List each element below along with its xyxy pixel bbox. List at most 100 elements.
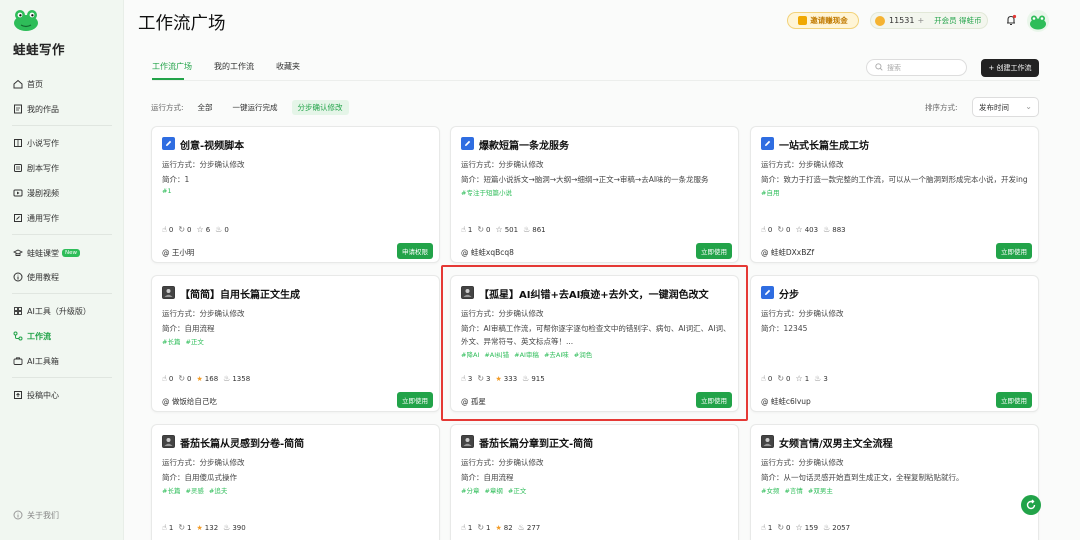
vip-link[interactable]: 开会员 得蛙币	[934, 15, 981, 26]
tag[interactable]: #专注于短篇小说	[461, 187, 512, 197]
tab-my-workflows[interactable]: 我的工作流	[214, 60, 254, 74]
tag[interactable]: #分章	[461, 485, 479, 495]
workflow-card[interactable]: 女频言情/双男主文全流程 运行方式：分步确认修改 简介：从一句话灵感开始直到生成正文…	[750, 424, 1039, 540]
star-outline-icon[interactable]: ☆	[796, 374, 803, 383]
pen-icon	[761, 286, 774, 299]
invite-promo-button[interactable]: 邀请赚现金	[787, 12, 859, 29]
share-icon[interactable]: ↻	[178, 374, 185, 383]
search-placeholder: 搜索	[887, 63, 901, 72]
tag[interactable]: #自用	[761, 187, 779, 197]
sidebar-item-general[interactable]: 通用写作	[12, 210, 59, 226]
sidebar-item-my-works[interactable]: 我的作品	[12, 101, 59, 117]
coin-balance[interactable]: 11531 + 开会员 得蛙币	[870, 12, 988, 29]
view-count: 6	[205, 225, 211, 234]
sidebar-item-novel[interactable]: 小说写作	[12, 135, 59, 151]
tag[interactable]: #章纲	[484, 485, 502, 495]
card-author[interactable]: @ 蛙蛙c6lvup	[761, 396, 811, 407]
star-icon[interactable]: ★	[197, 375, 203, 383]
card-run-mode: 运行方式：分步确认修改	[162, 160, 245, 169]
use-now-button[interactable]: 立即使用	[996, 243, 1032, 259]
use-now-button[interactable]: 立即使用	[397, 392, 433, 408]
workflow-card[interactable]: 番茄长篇从灵感到分卷-简简 运行方式：分步确认修改 简介：自用傻瓜式操作 #长篇 #灵感…	[151, 424, 440, 540]
create-workflow-button[interactable]: + 创建工作流	[981, 59, 1039, 77]
sidebar-item-toolbox[interactable]: AI工具箱	[12, 353, 59, 369]
use-now-button[interactable]: 立即使用	[696, 243, 732, 259]
tag[interactable]: #1	[162, 187, 172, 195]
star-outline-icon[interactable]: ☆	[197, 225, 204, 234]
sort-select[interactable]: 发布时间 ⌄	[972, 97, 1039, 117]
sidebar-item-ai-tools[interactable]: AI工具（升级版）	[12, 303, 91, 319]
tag[interactable]: #正文	[508, 485, 526, 495]
avatar[interactable]	[1027, 10, 1049, 32]
thumbs-up-icon[interactable]: ☝	[761, 374, 766, 383]
share-icon[interactable]: ↻	[178, 225, 185, 234]
star-outline-icon[interactable]: ☆	[796, 523, 803, 532]
tag[interactable]: #长篇	[162, 336, 180, 346]
use-now-button[interactable]: 申请权限	[397, 243, 433, 259]
sidebar-item-script[interactable]: 剧本写作	[12, 160, 59, 176]
sidebar-item-video[interactable]: 漫剧视频	[12, 185, 59, 201]
share-icon[interactable]: ↻	[777, 374, 784, 383]
filter-one-click[interactable]: 一键运行完成	[227, 100, 284, 115]
script-icon	[12, 163, 23, 174]
card-author[interactable]: @ 蛙蛙xqBcq8	[461, 247, 514, 258]
thumbs-up-icon[interactable]: ☝	[761, 523, 766, 532]
frog-logo-icon[interactable]	[13, 8, 39, 32]
share-count: 0	[187, 374, 192, 383]
sidebar-item-submission[interactable]: 投稿中心	[12, 387, 59, 403]
workflow-card[interactable]: 创意-视频脚本 运行方式：分步确认修改 简介：1 #1 ☝ 0 ↻ 0 ☆ 6 ♨ 0 @ 王小明 申请权…	[151, 126, 440, 263]
tag[interactable]: #长篇	[162, 485, 180, 495]
thumbs-up-icon[interactable]: ☝	[162, 225, 167, 234]
tag[interactable]: #女频	[761, 485, 779, 495]
card-author[interactable]: @ 蛙蛙DXxBZf	[761, 247, 814, 258]
tag[interactable]: #言情	[784, 485, 802, 495]
tag[interactable]: #追夫	[209, 485, 227, 495]
author-image-icon	[461, 435, 474, 448]
card-author[interactable]: @ 王小明	[162, 247, 194, 258]
tab-favorites[interactable]: 收藏夹	[276, 60, 300, 74]
sidebar-item-label: 漫剧视频	[27, 188, 59, 198]
star-outline-icon[interactable]: ☆	[496, 225, 503, 234]
edit-icon	[12, 213, 23, 224]
workflow-card[interactable]: 分步 运行方式：分步确认修改 简介：12345 ☝ 0 ↻ 0 ☆ 1 ♨ 3 @ 蛙蛙c6lvup 立…	[750, 275, 1039, 412]
tab-workflow-square[interactable]: 工作流广场	[152, 60, 192, 74]
book-icon	[12, 138, 23, 149]
workflow-card[interactable]: 番茄长篇分章到正文-简简 运行方式：分步确认修改 简介：自用流程 #分章 #章纲 #正文 ☝…	[450, 424, 739, 540]
share-icon[interactable]: ↻	[178, 523, 185, 532]
thumbs-up-icon[interactable]: ☝	[461, 225, 466, 234]
share-icon[interactable]: ↻	[777, 225, 784, 234]
view-count: 501	[504, 225, 519, 234]
filter-all[interactable]: 全部	[192, 100, 219, 115]
thumbs-up-icon[interactable]: ☝	[461, 523, 466, 532]
bell-icon[interactable]	[1004, 13, 1018, 27]
tag[interactable]: #正文	[185, 336, 203, 346]
card-title: 一站式长篇生成工坊	[779, 141, 869, 152]
sidebar: 蛙蛙写作 首页 我的作品 小说写作 剧本写作 漫剧视频 通用写作 蛙蛙课堂 Ne…	[0, 0, 124, 540]
submit-icon	[12, 390, 23, 401]
workflow-card[interactable]: 【简简】自用长篇正文生成 运行方式：分步确认修改 简介：自用流程 #长篇 #正文 ☝ 0 ↻ 0…	[151, 275, 440, 412]
thumbs-up-icon[interactable]: ☝	[162, 374, 167, 383]
sidebar-item-about[interactable]: 关于我们	[12, 507, 59, 523]
share-icon[interactable]: ↻	[477, 225, 484, 234]
thumbs-up-icon[interactable]: ☝	[761, 225, 766, 234]
support-float-button[interactable]	[1021, 495, 1041, 515]
share-icon[interactable]: ↻	[777, 523, 784, 532]
star-icon[interactable]: ★	[197, 524, 203, 532]
tag[interactable]: #双男主	[808, 485, 833, 495]
tag[interactable]: #灵感	[185, 485, 203, 495]
share-icon[interactable]: ↻	[477, 523, 484, 532]
star-icon[interactable]: ★	[496, 524, 502, 532]
use-now-button[interactable]: 立即使用	[996, 392, 1032, 408]
sidebar-item-classroom[interactable]: 蛙蛙课堂 New	[12, 245, 80, 261]
star-outline-icon[interactable]: ☆	[796, 225, 803, 234]
search-input[interactable]: 搜索	[866, 59, 967, 76]
workflow-card[interactable]: 爆款短篇一条龙服务 运行方式：分步确认修改 简介：短篇小说拆文→脑洞→大纲→细纲→正…	[450, 126, 739, 263]
thumbs-up-icon[interactable]: ☝	[162, 523, 167, 532]
sidebar-item-tutorial[interactable]: 使用教程	[12, 269, 59, 285]
workflow-card[interactable]: 一站式长篇生成工坊 运行方式：分步确认修改 简介：致力于打造一款完整的工作流，可以从…	[750, 126, 1039, 263]
filter-step-confirm[interactable]: 分步确认修改	[291, 100, 349, 115]
card-author[interactable]: @ 做饭给自己吃	[162, 396, 217, 407]
sidebar-item-workflow[interactable]: 工作流	[12, 328, 51, 344]
sidebar-item-home[interactable]: 首页	[12, 76, 43, 92]
card-run-mode: 运行方式：分步确认修改	[761, 309, 844, 318]
